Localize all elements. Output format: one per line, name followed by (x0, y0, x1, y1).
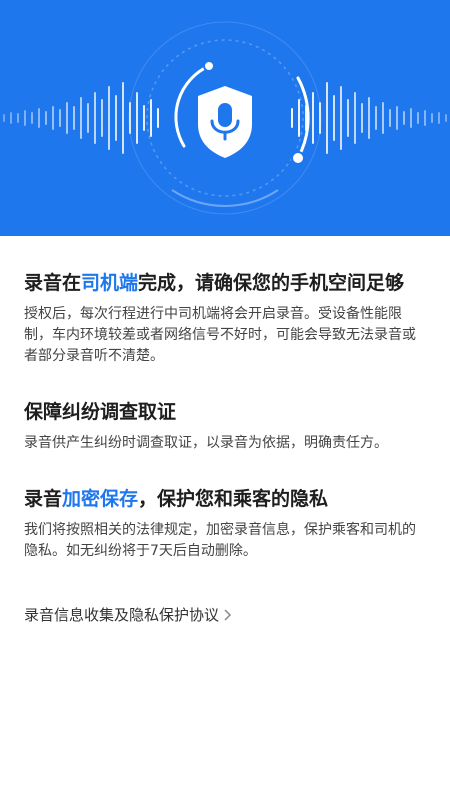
section-body: 录音供产生纠纷时调查取证，以录音为依据，明确责任方。 (24, 435, 388, 451)
highlight-encrypted: 加密保存 (62, 488, 139, 510)
section-body: 授权后，每次行程进行中司机端将会开启录音。受设备性能限制，车内环境较差或者网络信… (24, 306, 416, 364)
chevron-right-icon (224, 609, 232, 621)
section-body: 我们将按照相关的法律规定，加密录音信息，保护乘客和司机的隐私。如无纠纷将于7天后… (24, 522, 416, 559)
section-dispute-evidence: 保障纠纷调查取证 录音供产生纠纷时调查取证，以录音为依据，明确责任方。 (24, 399, 426, 454)
privacy-agreement-label: 录音信息收集及隐私保护协议 (24, 606, 220, 624)
section-title: 录音加密保存，保护您和乘客的隐私 (24, 488, 329, 510)
sound-wave-illustration (3, 21, 447, 215)
microphone-shield-icon (198, 86, 252, 158)
section-recording-device: 录音在司机端完成，请确保您的手机空间足够 授权后，每次行程进行中司机端将会开启录… (24, 270, 426, 367)
hero-banner (0, 0, 450, 236)
section-title: 录音在司机端完成，请确保您的手机空间足够 (24, 272, 405, 294)
section-title: 保障纠纷调查取证 (24, 401, 177, 423)
content: 录音在司机端完成，请确保您的手机空间足够 授权后，每次行程进行中司机端将会开启录… (0, 270, 450, 626)
highlight-driver-side: 司机端 (81, 272, 139, 294)
privacy-agreement-link[interactable]: 录音信息收集及隐私保护协议 (24, 604, 233, 626)
section-encrypted-storage: 录音加密保存，保护您和乘客的隐私 我们将按照相关的法律规定，加密录音信息，保护乘… (24, 486, 426, 562)
